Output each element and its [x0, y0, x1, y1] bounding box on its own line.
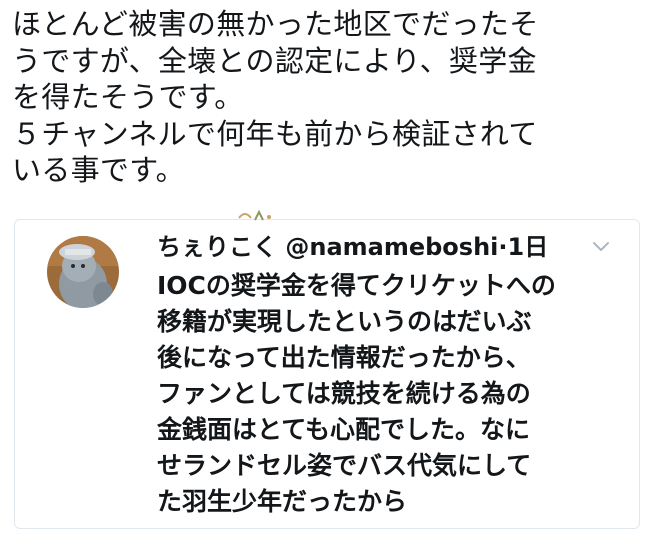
chevron-down-icon[interactable] — [592, 240, 610, 254]
avatar[interactable] — [47, 236, 119, 308]
display-name[interactable]: ちぇりこく — [157, 233, 277, 261]
quoted-tweet-line: た羽生少年だったから — [157, 487, 408, 516]
quoted-tweet-line: 金銭面はとても心配でした。なに — [157, 415, 531, 444]
tweet-timestamp[interactable]: 1日 — [508, 233, 549, 261]
quoted-tweet-text: IOCの奨学金を得てクリケットへの 移籍が実現したというのはだいぶ 後になって出… — [157, 268, 627, 520]
tweet-text-line: ５チャンネルで何年も前から検証されて — [12, 116, 538, 151]
quoted-tweet-line: IOCの奨学金を得てクリケットへの — [157, 271, 556, 300]
quoted-tweet-card[interactable]: ちぇりこく @namameboshi·1日 IOCの奨学金を得てクリケットへの … — [14, 209, 640, 529]
tweet-text-line: を得たそうです。 — [12, 80, 244, 114]
user-handle[interactable]: @namameboshi — [285, 233, 498, 261]
quoted-tweet-line: ファンとしては競技を続ける為の — [157, 379, 531, 408]
decoration-icon — [238, 209, 271, 221]
tweet-text-line: ほとんど被害の無かった地区でだったそ — [12, 7, 539, 41]
quoted-tweet-line: 後になって出た情報だったから、 — [157, 343, 531, 372]
avatar-image — [47, 236, 119, 308]
tweet-text-line: いる事です。 — [12, 153, 185, 187]
quoted-tweet-line: 移籍が実現したというのはだいぶ — [157, 307, 532, 336]
separator-dot: · — [498, 233, 508, 261]
tweet-text: ほとんど被害の無かった地区でだったそ うですが、全壊との認定により、奨学金 を得… — [12, 6, 652, 189]
tweet-text-line: うですが、全壊との認定により、奨学金 — [12, 43, 537, 78]
quoted-tweet-line: せランドセル姿でバス代気にして — [157, 451, 532, 480]
quoted-tweet-header: ちぇりこく @namameboshi·1日 — [157, 232, 548, 262]
